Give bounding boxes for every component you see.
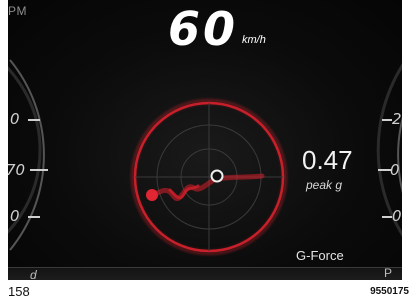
peak-g-label: peak g xyxy=(306,178,343,192)
gforce-current-dot xyxy=(146,189,158,201)
page-number: 158 xyxy=(8,284,30,299)
speed-unit: km/h xyxy=(242,34,266,46)
right-gauge-label: 0 xyxy=(392,207,402,225)
gforce-target xyxy=(129,97,289,257)
right-gauge-label: 0 xyxy=(390,161,400,179)
left-gauge xyxy=(8,59,48,251)
speed-readout: 60 km/h xyxy=(168,2,266,52)
left-gauge-label: 0 xyxy=(10,110,20,128)
cluster-display: PM 60 km/h 0 70 0 2 0 0 xyxy=(8,0,402,280)
speed-value: 60 xyxy=(168,2,239,56)
right-gauge-label: 2 xyxy=(392,110,402,128)
figure-reference-code: 9550175 xyxy=(370,286,409,297)
gforce-center-marker xyxy=(210,169,224,183)
left-gauge-label: d xyxy=(30,268,37,280)
gforce-title: G-Force xyxy=(296,248,344,263)
right-gauge xyxy=(376,63,402,237)
bottom-rail xyxy=(8,267,402,280)
right-gauge-label: P xyxy=(384,266,393,280)
peak-g-value: 0.47 xyxy=(302,145,353,175)
left-gauge-label: 70 xyxy=(8,161,26,179)
left-gauge-label: 0 xyxy=(10,207,20,225)
figure-frame: PM 60 km/h 0 70 0 2 0 0 xyxy=(0,0,409,302)
